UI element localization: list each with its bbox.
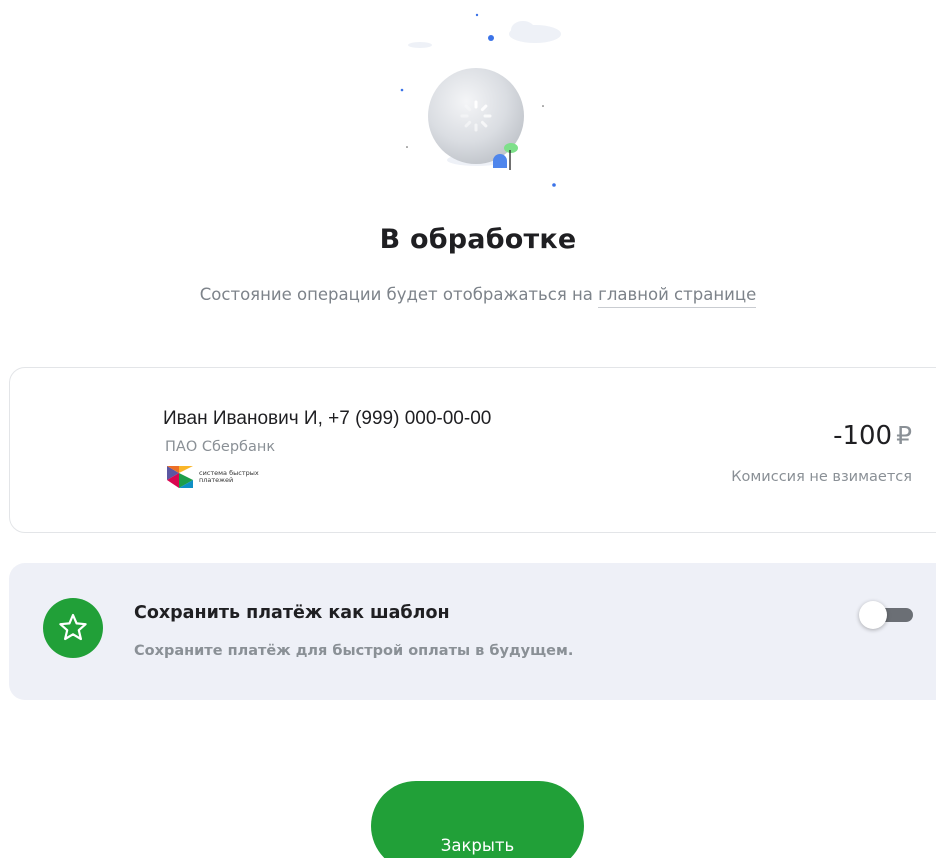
status-subtitle-text: Состояние операции будет отображаться на bbox=[199, 285, 593, 304]
star-icon bbox=[59, 613, 87, 641]
payment-status-page: В обработке Состояние операции будет ото… bbox=[0, 0, 936, 858]
template-description: Сохраните платёж для быстрой оплаты в бу… bbox=[134, 643, 574, 659]
payment-amount: -100 ₽ bbox=[833, 421, 912, 451]
payment-details-card: Иван Иванович И, +7 (999) 000-00-00 ПАО … bbox=[9, 367, 936, 533]
recipient-bank: ПАО Сбербанк bbox=[165, 439, 276, 455]
save-template-toggle[interactable] bbox=[859, 600, 915, 630]
template-title: Сохранить платёж как шаблон bbox=[134, 603, 450, 623]
close-button[interactable]: Закрыть bbox=[371, 781, 584, 858]
amount-value: -100 bbox=[833, 421, 893, 451]
template-badge bbox=[43, 598, 103, 658]
sbp-logo-icon bbox=[167, 466, 193, 488]
save-template-block: Сохранить платёж как шаблон Сохраните пл… bbox=[9, 563, 936, 700]
sbp-logo-text: система быстрых платежей bbox=[199, 469, 259, 484]
commission-note: Комиссия не взимается bbox=[731, 469, 912, 485]
processing-illustration bbox=[400, 13, 561, 187]
main-page-link[interactable]: главной странице bbox=[598, 285, 757, 308]
recipient-name: Иван Иванович И, +7 (999) 000-00-00 bbox=[163, 408, 492, 429]
close-button-label: Закрыть bbox=[440, 835, 515, 855]
toggle-knob bbox=[859, 601, 887, 629]
status-subtitle: Состояние операции будет отображаться на… bbox=[0, 285, 936, 308]
status-title: В обработке bbox=[379, 224, 577, 255]
sbp-logo: система быстрых платежей bbox=[165, 464, 279, 490]
currency-symbol: ₽ bbox=[896, 421, 912, 450]
